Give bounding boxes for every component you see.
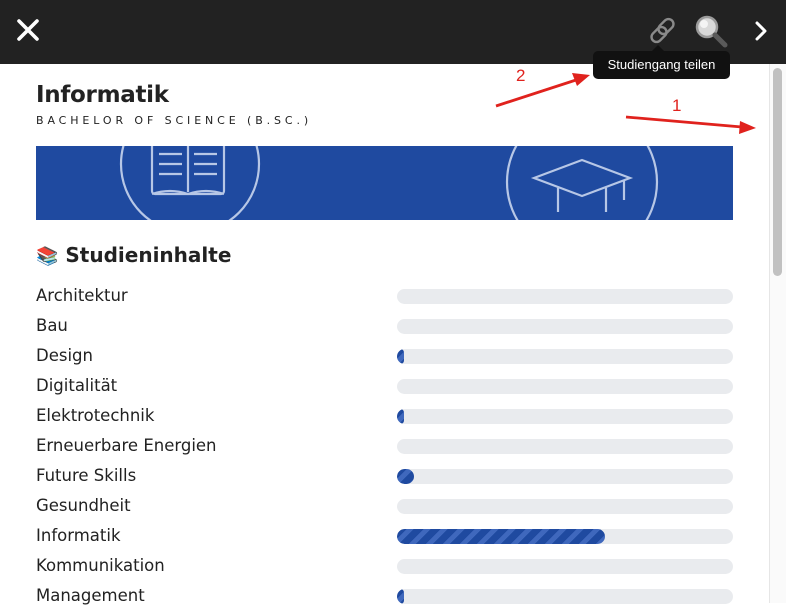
arrow-2-head [572,73,590,86]
arrow-1-shaft [625,115,743,129]
arrow-1-head [739,121,756,134]
annotation-arrows [495,73,756,134]
annotation-label-2: 2 [516,66,526,85]
arrow-2-shaft [495,78,577,108]
annotation-label-1: 1 [672,96,682,115]
